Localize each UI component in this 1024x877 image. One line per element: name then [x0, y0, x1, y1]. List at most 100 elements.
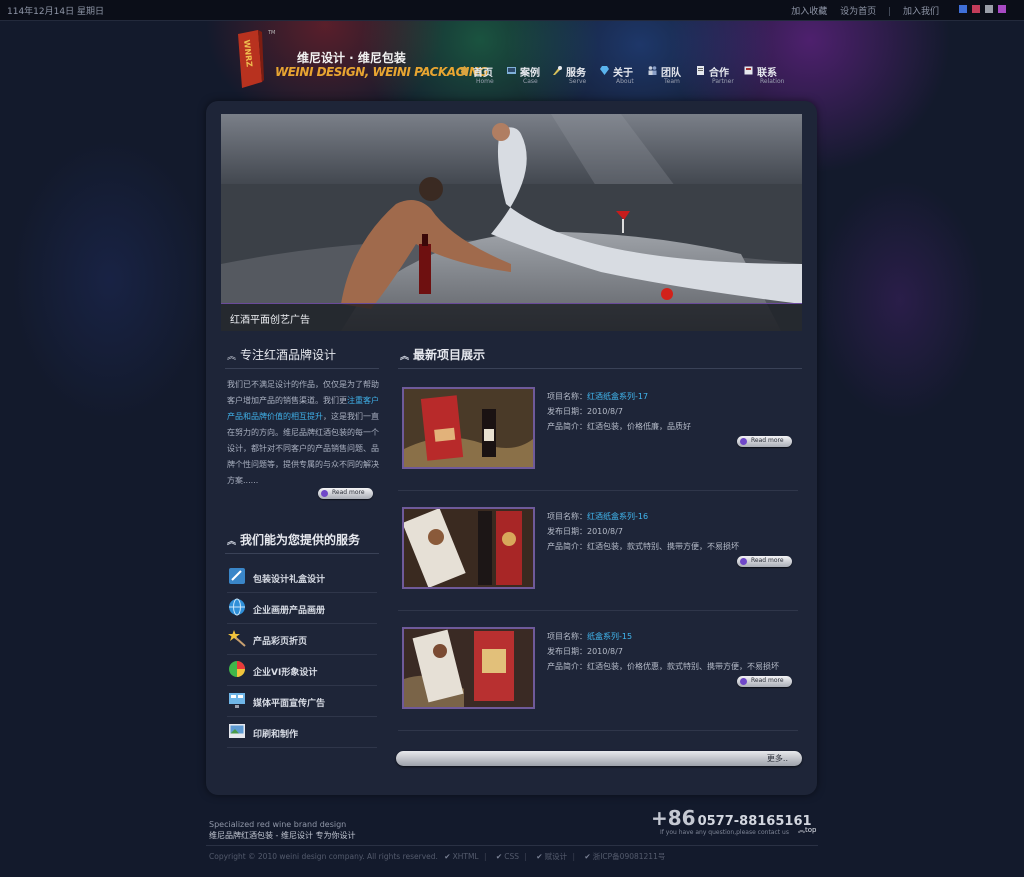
- divider: [398, 610, 798, 611]
- divider: [398, 730, 798, 731]
- contact-icon: [744, 66, 753, 75]
- divider: [225, 553, 379, 554]
- design-credit-link[interactable]: 赋设计: [545, 852, 568, 861]
- theme-blue-icon[interactable]: [959, 5, 967, 13]
- project-read-more-button[interactable]: Read more: [737, 436, 792, 447]
- logo-icon[interactable]: WNRZ: [236, 30, 264, 90]
- project-item: 项目名称：红酒纸盒系列-17 发布日期：2010/8/7 产品简介：红酒包装，价…: [398, 387, 798, 507]
- theme-purple-icon[interactable]: [998, 5, 1006, 13]
- home-icon: [460, 66, 469, 75]
- intro-read-more-button[interactable]: Read more: [318, 488, 373, 499]
- check-icon: ✔: [495, 852, 503, 861]
- join-us-link[interactable]: 加入我们: [903, 7, 939, 17]
- wine-box-image: [404, 509, 533, 587]
- service-item[interactable]: 媒体平面宣传广告: [227, 686, 377, 717]
- logo-english: WEINI DESIGN, WEINI PACKAGING: [275, 65, 488, 79]
- read-more-label: Read more: [751, 557, 784, 564]
- picture-icon: [229, 724, 245, 738]
- project-thumbnail[interactable]: [402, 387, 535, 469]
- projects-title: ︽ 最新项目展示: [400, 346, 485, 363]
- top-bar: 114年12月14日 星期日 加入收藏 设为首页 | 加入我们: [0, 0, 1024, 21]
- top-links: 加入收藏 设为首页 | 加入我们: [786, 4, 944, 17]
- double-up-arrow-icon: ︽: [798, 826, 805, 834]
- project-read-more-button[interactable]: Read more: [737, 556, 792, 567]
- intro-title-text: 专注红酒品牌设计: [240, 348, 337, 362]
- project-thumbnail[interactable]: [402, 627, 535, 709]
- nav-sub: Case: [523, 78, 538, 85]
- divider: |: [484, 852, 487, 861]
- package-design-icon: [229, 568, 245, 584]
- name-label: 项目名称：: [547, 512, 587, 521]
- hero-banner[interactable]: 红酒平面创艺广告: [221, 114, 802, 331]
- icp-license-link[interactable]: 浙ICP备09081211号: [593, 852, 666, 861]
- project-desc: 红酒包装，款式特别、携带方便，不易损坏: [587, 542, 739, 551]
- back-to-top-link[interactable]: ︽top: [798, 825, 816, 835]
- project-name-link[interactable]: 纸盒系列-15: [587, 632, 632, 641]
- more-label: 更多..: [766, 754, 788, 763]
- nav-sub: Home: [476, 78, 494, 85]
- service-item[interactable]: 企业VI形象设计: [227, 655, 377, 686]
- divider: [206, 845, 818, 846]
- add-favorite-link[interactable]: 加入收藏: [791, 7, 827, 17]
- theme-gray-icon[interactable]: [985, 5, 993, 13]
- nav-label: 联系: [757, 68, 777, 79]
- intro-text: 我们已不满足设计的作品，仅仅是为了帮助客户增加产品的销售渠道。我们更注重客户产品…: [227, 377, 379, 489]
- date-label: 发布日期：: [547, 527, 587, 536]
- css-badge[interactable]: CSS: [504, 852, 519, 861]
- project-meta: 项目名称：纸盒系列-15 发布日期：2010/8/7 产品简介：红酒包装，价格优…: [547, 629, 779, 674]
- wine-box-image: [404, 629, 533, 707]
- pie-chart-icon: [229, 661, 245, 677]
- theme-red-icon[interactable]: [972, 5, 980, 13]
- copyright-text: Copyright © 2010 weini design company. A…: [209, 852, 438, 861]
- project-name-link[interactable]: 红酒纸盒系列-16: [587, 512, 648, 521]
- footer-slogan-en: Specialized red wine brand design: [209, 820, 347, 829]
- desc-label: 产品简介：: [547, 662, 587, 671]
- double-up-arrow-icon: ︽: [227, 537, 237, 547]
- document-icon: [697, 66, 704, 75]
- bullet-icon: [321, 490, 328, 497]
- service-item[interactable]: 产品彩页折页: [227, 624, 377, 655]
- read-more-label: Read more: [332, 489, 365, 496]
- check-icon: ✔: [584, 852, 591, 861]
- service-label: 媒体平面宣传广告: [253, 699, 326, 709]
- nav-sub: About: [616, 78, 634, 85]
- trademark: TM: [268, 30, 276, 36]
- service-item[interactable]: 印刷和制作: [227, 717, 377, 748]
- current-date: 114年12月14日 星期日: [7, 7, 104, 17]
- project-date: 2010/8/7: [587, 407, 623, 416]
- phone-number: 0577-88165161: [697, 814, 812, 829]
- nav-sub: Relation: [760, 78, 785, 85]
- phone-country-code: +86: [651, 806, 696, 830]
- double-up-arrow-icon: ︽: [227, 352, 237, 362]
- more-projects-button[interactable]: 更多..: [396, 751, 802, 766]
- copyright-line: Copyright © 2010 weini design company. A…: [209, 851, 665, 862]
- project-item: 项目名称：纸盒系列-15 发布日期：2010/8/7 产品简介：红酒包装，价格优…: [398, 627, 798, 747]
- footer-slogan-cn: 维尼品牌红酒包装 - 维尼设计 专为你设计: [209, 831, 356, 840]
- wine-box-image: [404, 389, 533, 467]
- double-up-arrow-icon: ︽: [400, 352, 410, 362]
- divider: |: [572, 852, 576, 861]
- project-name-link[interactable]: 红酒纸盒系列-17: [587, 392, 648, 401]
- team-icon: [648, 66, 657, 75]
- intro-text-b: ，这是我们一直在努力的方向。维尼品牌红酒包装的每一个设计，都针对不同客户的产品销…: [227, 412, 379, 485]
- set-homepage-link[interactable]: 设为首页: [840, 7, 876, 17]
- tools-icon: [553, 66, 562, 75]
- divider: |: [524, 852, 527, 861]
- project-thumbnail[interactable]: [402, 507, 535, 589]
- nav-label: 服务: [566, 68, 586, 79]
- name-label: 项目名称：: [547, 632, 587, 641]
- gallery-icon: [507, 67, 516, 74]
- project-read-more-button[interactable]: Read more: [737, 676, 792, 687]
- nav-sub: Partner: [712, 78, 734, 85]
- monitor-icon: [229, 693, 245, 708]
- xhtml-badge[interactable]: XHTML: [453, 852, 479, 861]
- service-label: 企业VI形象设计: [253, 668, 318, 678]
- service-item[interactable]: 包装设计礼盒设计: [227, 562, 377, 593]
- bullet-icon: [740, 438, 747, 445]
- desc-label: 产品简介：: [547, 542, 587, 551]
- service-item[interactable]: 企业画册产品画册: [227, 593, 377, 624]
- service-label: 包装设计礼盒设计: [253, 575, 326, 585]
- read-more-label: Read more: [751, 437, 784, 444]
- intro-title: ︽ 专注红酒品牌设计: [227, 346, 336, 363]
- nav-sub: Team: [664, 78, 680, 85]
